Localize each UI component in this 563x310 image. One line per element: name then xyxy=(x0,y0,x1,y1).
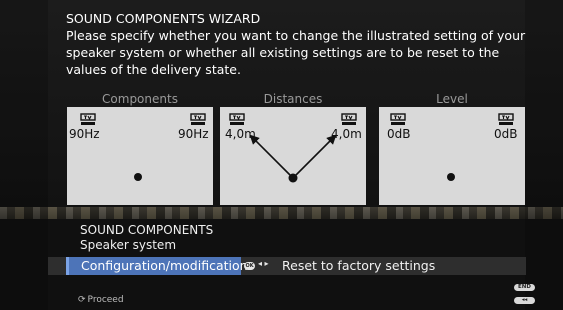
configuration-option-label: Configuration/modification xyxy=(81,258,248,273)
tv-speaker-icon xyxy=(80,113,96,125)
listener-dot-icon xyxy=(447,173,455,181)
level-header: Level xyxy=(436,92,468,106)
tv-speaker-icon xyxy=(190,113,206,125)
proceed-icon: ⟳ xyxy=(78,295,86,305)
reset-factory-option[interactable]: Reset to factory settings xyxy=(282,258,435,273)
back-key-icon[interactable]: ◂◂ xyxy=(514,297,535,304)
components-header: Components xyxy=(102,92,178,106)
left-right-arrow-icon: ◂ ▸ xyxy=(258,259,269,268)
tv-speaker-icon xyxy=(390,113,406,125)
proceed-hint[interactable]: ⟳ Proceed xyxy=(78,295,124,305)
distance-lines xyxy=(249,134,337,183)
tv-speaker-icon xyxy=(498,113,514,125)
distances-header: Distances xyxy=(263,92,323,106)
ok-key-icon: OK xyxy=(244,262,255,270)
wizard-title: SOUND COMPONENTS WIZARD xyxy=(66,11,261,26)
components-right-value: 90Hz xyxy=(178,127,209,141)
proceed-label: Proceed xyxy=(87,295,124,305)
tv-menu-screen: SOUND COMPONENTS WIZARD Please specify w… xyxy=(0,0,563,310)
end-key-icon[interactable]: END xyxy=(514,284,535,291)
section-title: SOUND COMPONENTS xyxy=(80,223,214,237)
level-left-value: 0dB xyxy=(387,127,411,141)
wizard-description: Please specify whether you want to chang… xyxy=(66,28,526,77)
configuration-option[interactable]: Configuration/modification xyxy=(66,257,248,275)
listener-dot-icon xyxy=(134,173,142,181)
section-subtitle: Speaker system xyxy=(80,238,177,252)
level-right-value: 0dB xyxy=(494,127,518,141)
components-left-value: 90Hz xyxy=(69,127,100,141)
left-shade xyxy=(0,0,48,310)
